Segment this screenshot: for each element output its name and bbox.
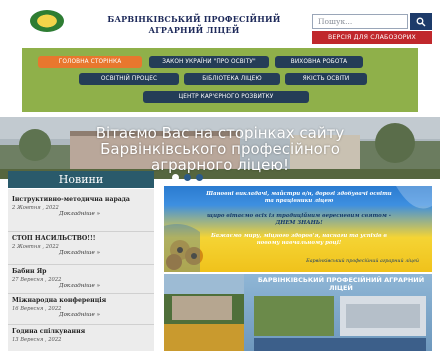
site-header: БАРВІНКІВСЬКИЙ ПРОФЕСІЙНИЙ АГРАРНИЙ ЛІЦЕ… xyxy=(0,0,440,46)
school-title[interactable]: БАРВІНКІВСЬКИЙ ПРОФЕСІЙНИЙ АГРАРНИЙ ЛІЦЕ… xyxy=(92,14,296,36)
main-navigation: ГОЛОВНА СТОРІНКА ЗАКОН УКРАЇНИ "ПРО ОСВІ… xyxy=(22,48,418,112)
divider xyxy=(8,324,154,325)
search-icon xyxy=(416,17,426,26)
news-date: 13 Вересня , 2022 xyxy=(12,337,62,343)
info-card-title: БАРВІНКІВСЬКИЙ ПРОФЕСІЙНИЙ АГРАРНИЙ ЛІЦЕ… xyxy=(257,276,425,292)
news-item[interactable]: Бабин Яр 27 Вересня , 2022 Докладніше » xyxy=(12,268,152,289)
news-title[interactable]: Година спілкування xyxy=(12,328,152,336)
school-info-card[interactable]: БАРВІНКІВСЬКИЙ ПРОФЕСІЙНИЙ АГРАРНИЙ ЛІЦЕ… xyxy=(164,274,432,351)
slider-dot[interactable] xyxy=(172,174,179,181)
divider xyxy=(8,231,154,232)
read-more-link[interactable]: Докладніше » xyxy=(12,312,152,318)
nav-item-education-law[interactable]: ЗАКОН УКРАЇНИ "ПРО ОСВІТУ" xyxy=(149,56,269,68)
poster-greeting-line: Бажаємо миру, міцного здоров'я, наснаги … xyxy=(211,233,387,246)
news-item[interactable]: Година спілкування 13 Вересня , 2022 xyxy=(12,328,152,343)
news-title[interactable]: Бабин Яр xyxy=(12,268,152,276)
search-input[interactable] xyxy=(312,14,408,29)
nav-item-library[interactable]: БІБЛІОТЕКА ЛІЦЕЮ xyxy=(184,73,280,85)
search-button[interactable] xyxy=(410,13,432,30)
nav-item-educational-process[interactable]: ОСВІТНІЙ ПРОЦЕС xyxy=(79,73,179,85)
news-list: Інструктивно-методична нарада 2 Жовтня ,… xyxy=(8,189,154,351)
low-vision-version-button[interactable]: ВЕРСІЯ ДЛЯ СЛАБОЗОРИХ xyxy=(312,31,432,44)
nav-item-education-quality[interactable]: ЯКІСТЬ ОСВІТИ xyxy=(285,73,367,85)
poster-signature: Барвінківський професійний аграрний ліце… xyxy=(306,259,419,264)
nav-item-career-center[interactable]: ЦЕНТР КАР'ЄРНОГО РОЗВИТКУ xyxy=(143,91,309,103)
poster-greeting-line: Шановні викладачі, майстри в/н, дорогі з… xyxy=(206,191,392,204)
divider xyxy=(8,264,154,265)
news-header: Новини xyxy=(8,171,154,188)
news-item[interactable]: Міжнародна конференція 16 Вересня , 2022… xyxy=(12,297,152,318)
news-title[interactable]: СТОП НАСИЛЬСТВО!!! xyxy=(12,235,152,243)
poster-greeting-line: щиро вітаємо всіх із традиційним вересне… xyxy=(207,213,391,226)
divider xyxy=(8,293,154,294)
read-more-link[interactable]: Докладніше » xyxy=(12,250,152,256)
nav-item-upbringing[interactable]: ВИХОВНА РОБОТА xyxy=(275,56,363,68)
news-title[interactable]: Інструктивно-методична нарада xyxy=(12,196,152,204)
news-item[interactable]: СТОП НАСИЛЬСТВО!!! 2 Жовтня , 2022 Докла… xyxy=(12,235,152,256)
slider-dot[interactable] xyxy=(184,174,191,181)
slider-dot[interactable] xyxy=(196,174,203,181)
greeting-poster[interactable]: Шановні викладачі, майстри в/н, дорогі з… xyxy=(164,186,432,272)
banner-text: Вітаємо Вас на сторінках сайту Барвінків… xyxy=(95,124,345,174)
read-more-link[interactable]: Докладніше » xyxy=(12,211,152,217)
school-logo[interactable] xyxy=(30,10,64,32)
read-more-link[interactable]: Докладніше » xyxy=(12,283,152,289)
news-item[interactable]: Інструктивно-методична нарада 2 Жовтня ,… xyxy=(12,196,152,217)
nav-item-home[interactable]: ГОЛОВНА СТОРІНКА xyxy=(38,56,142,68)
news-title[interactable]: Міжнародна конференція xyxy=(12,297,152,305)
